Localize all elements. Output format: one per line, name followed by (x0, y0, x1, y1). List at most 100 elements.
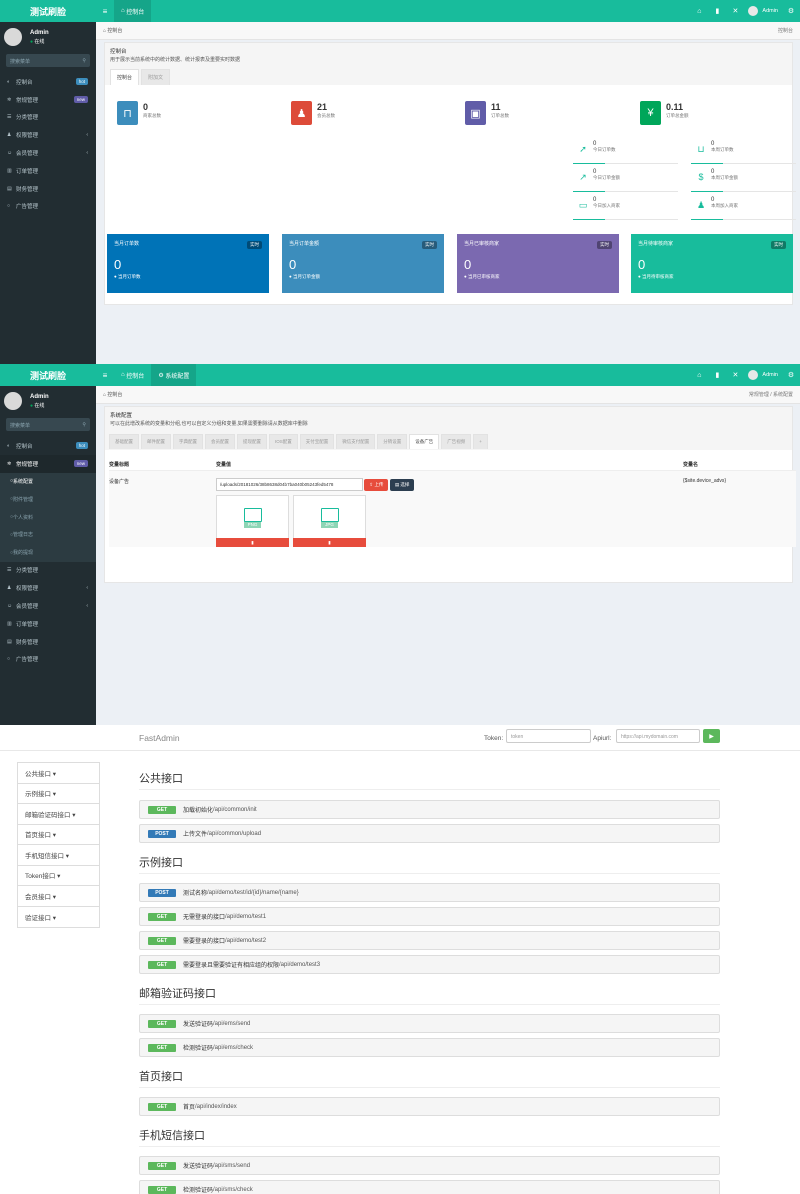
trash-icon[interactable]: ▮ (708, 7, 726, 15)
sidebar-subitem[interactable]: ○ 管理日志 (0, 525, 96, 544)
list-icon: ☰ (7, 114, 12, 121)
config-tab[interactable]: + (473, 434, 488, 449)
apply-settings-button[interactable]: ▶ (703, 729, 720, 743)
api-group-item[interactable]: Token接口 ▾ (18, 866, 99, 886)
sidebar-subitem[interactable]: ○ 系统配置 (0, 472, 96, 491)
sidebar-item[interactable]: ✲ 常规管理 new (0, 91, 96, 109)
config-tab[interactable]: 字典配置 (173, 434, 203, 449)
sidebar-item[interactable]: ▥ 订单管理 (0, 162, 96, 180)
sidebar-item[interactable]: ☺ 会员管理 ‹ (0, 597, 96, 615)
trash-icon[interactable]: ▮ (708, 371, 726, 379)
sidebar-item[interactable]: ○ 广告管理 (0, 198, 96, 216)
config-tab[interactable]: 基础配置 (109, 434, 139, 449)
sidebar-item[interactable]: ✲ 常规管理 new (0, 454, 96, 473)
delete-image-button[interactable]: ▮ (293, 538, 366, 547)
stat-value: 21 (317, 102, 328, 112)
user-avatar[interactable] (748, 370, 759, 380)
settings-icon[interactable]: ⚙ (782, 371, 800, 379)
endpoint-row[interactable]: GET 需要登录且需要验证有相应组的权限 /api/demo/test3 (139, 955, 720, 974)
endpoint-row[interactable]: GET 需要登录的接口 /api/demo/test2 (139, 931, 720, 950)
home-link-icon[interactable]: ⌂ (690, 372, 708, 379)
tab-dashboard[interactable]: ⌂ 控制台 (114, 364, 151, 386)
config-tab[interactable]: 会员配置 (205, 434, 235, 449)
api-group-item[interactable]: 验证接口 ▾ (18, 907, 99, 928)
app-logo[interactable]: 测试刷脸 (0, 364, 96, 386)
sidebar-item-label: 常规管理 (16, 97, 39, 104)
sidebar-item[interactable]: ◐ 控制台 hot (0, 73, 96, 91)
menu-toggle-icon[interactable]: ≡ (96, 371, 114, 380)
api-group-item[interactable]: 会员接口 ▾ (18, 886, 99, 907)
config-tab[interactable]: IOS配置 (269, 434, 298, 449)
topbar-username[interactable]: Admin (762, 8, 778, 14)
config-tab[interactable]: 分销设置 (377, 434, 408, 449)
sidebar-search[interactable]: 搜索菜单 ⚲ (6, 418, 90, 431)
endpoint-row[interactable]: GET 加载初始化 /api/common/init (139, 800, 720, 819)
endpoint-row[interactable]: POST 测试名称 /api/demo/test/id/{id}/name/{na… (139, 883, 720, 902)
api-group-item[interactable]: 首页接口 ▾ (18, 825, 99, 845)
sidebar-item-label: 会员管理 (16, 604, 39, 611)
sidebar-item-label: 订单管理 (16, 168, 39, 175)
upload-button[interactable]: ⇪ 上传 (364, 478, 389, 491)
sidebar-item[interactable]: ☺ 会员管理 ‹ (0, 144, 96, 162)
sidebar-item[interactable]: ○ 广告管理 (0, 651, 96, 669)
config-tab[interactable]: 设备广告 (409, 434, 440, 449)
settings-icon[interactable]: ⚙ (782, 7, 800, 15)
token-input[interactable]: token (506, 729, 591, 743)
api-group-item[interactable]: 示例接口 ▾ (18, 784, 99, 804)
config-tab[interactable]: 支付宝配置 (299, 434, 335, 449)
endpoint-row[interactable]: GET 检测验证码 /api/sms/check (139, 1180, 720, 1194)
summary-card: 当月订单数 实时 0 ● 当月订单数 (107, 234, 269, 293)
endpoint-row[interactable]: GET 发送验证码 /api/ems/send (139, 1014, 720, 1033)
sidebar-subitem[interactable]: ○ 个人资料 (0, 508, 96, 526)
app-logo[interactable]: 测试刷脸 (0, 0, 96, 22)
brand-title[interactable]: FastAdmin (139, 733, 180, 743)
panel-tab[interactable]: 控制台 (110, 69, 140, 85)
sidebar-subitem[interactable]: ○ 我的提现 (0, 543, 96, 562)
endpoint-row[interactable]: POST 上传文件 /api/common/upload (139, 824, 720, 843)
topbar-username[interactable]: Admin (762, 372, 778, 378)
card-title: 当月订单数 (114, 241, 140, 247)
endpoint-row[interactable]: GET 无需登录的接口 /api/demo/test1 (139, 907, 720, 926)
panel-tab[interactable]: 附加文 (141, 69, 171, 85)
sidebar-item[interactable]: ◐ 控制台 hot (0, 437, 96, 455)
sidebar-item[interactable]: ▤ 财务管理 (0, 633, 96, 651)
section-divider (139, 789, 720, 790)
gear-icon: ⚙ (158, 372, 166, 379)
config-tab[interactable]: 广告视频 (441, 434, 472, 449)
image-path-input[interactable]: /uploads/20181026/38b8638d04b7ba040b0524… (216, 478, 363, 491)
endpoint-name: 发送验证码 (183, 1022, 214, 1028)
breadcrumb-home[interactable]: ⌂ 控制台 (103, 391, 122, 398)
section-divider (139, 873, 720, 874)
home-link-icon[interactable]: ⌂ (690, 8, 708, 15)
sidebar-subitem[interactable]: ○ 附件管理 (0, 490, 96, 509)
api-group-item[interactable]: 公共接口 ▾ (18, 763, 99, 784)
tab-system-config[interactable]: ⚙ 系统配置 (151, 364, 197, 386)
sidebar-item[interactable]: ♟ 权限管理 ‹ (0, 579, 96, 597)
sidebar-item[interactable]: ☰ 分类管理 (0, 562, 96, 580)
select-button[interactable]: ▤ 选择 (389, 478, 415, 491)
sidebar-item[interactable]: ▥ 订单管理 (0, 615, 96, 633)
delete-image-button[interactable]: ▮ (216, 538, 289, 547)
fullscreen-icon[interactable]: ✕ (726, 7, 744, 15)
list-icon: ▤ (394, 481, 400, 487)
menu-toggle-icon[interactable]: ≡ (96, 7, 114, 16)
apiurl-input[interactable]: https://api.mydomain.com (616, 729, 700, 743)
config-tab[interactable]: 提现配置 (237, 434, 267, 449)
api-group-item[interactable]: 邮箱验证码接口 ▾ (18, 804, 99, 825)
tab-dashboard[interactable]: ⌂ 控制台 (114, 0, 152, 22)
endpoint-row[interactable]: GET 检测验证码 /api/ems/check (139, 1038, 720, 1057)
sidebar-item[interactable]: ▤ 财务管理 (0, 180, 96, 198)
breadcrumb-home[interactable]: ⌂ 控制台 (103, 27, 122, 34)
config-tab[interactable]: 微信支付配置 (336, 434, 376, 449)
stat-body: 11 订单总数 (491, 102, 509, 119)
page-title: 控制台 (110, 49, 127, 55)
user-avatar[interactable] (748, 6, 759, 16)
sidebar-search[interactable]: 搜索菜单 ⚲ (6, 54, 90, 67)
config-tab[interactable]: 邮件配置 (141, 434, 171, 449)
sidebar-item[interactable]: ☰ 分类管理 (0, 109, 96, 127)
api-group-item[interactable]: 手机短信接口 ▾ (18, 845, 99, 866)
endpoint-row[interactable]: GET 发送验证码 /api/sms/send (139, 1156, 720, 1175)
fullscreen-icon[interactable]: ✕ (726, 371, 744, 379)
sidebar-item[interactable]: ♟ 权限管理 ‹ (0, 126, 96, 144)
endpoint-row[interactable]: GET 首页 /api/index/index (139, 1097, 720, 1116)
